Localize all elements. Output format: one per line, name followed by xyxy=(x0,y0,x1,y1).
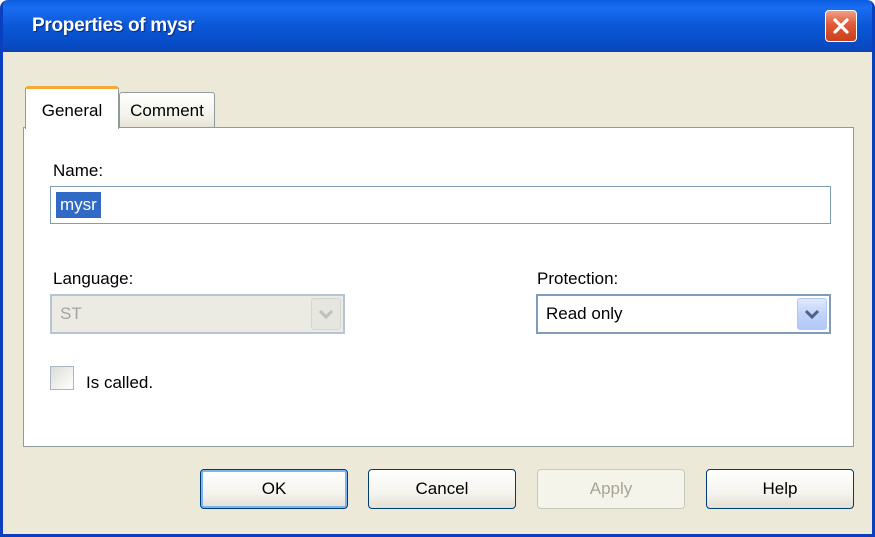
language-select[interactable]: ST xyxy=(50,294,345,334)
protection-select[interactable]: Read only xyxy=(536,294,831,334)
is-called-label: Is called. xyxy=(86,373,154,392)
name-input[interactable]: mysr xyxy=(50,186,831,224)
ok-button[interactable]: OK xyxy=(200,469,348,509)
chevron-down-icon xyxy=(804,309,820,320)
help-button[interactable]: Help xyxy=(706,469,854,509)
properties-dialog: Properties of mysr General Comment Name:… xyxy=(0,0,875,537)
language-select-value: ST xyxy=(60,304,82,323)
apply-button[interactable]: Apply xyxy=(537,469,685,509)
close-x-icon xyxy=(833,18,849,34)
tab-general-label: General xyxy=(41,101,103,120)
protection-label: Protection: xyxy=(537,269,619,288)
cancel-button[interactable]: Cancel xyxy=(368,469,516,509)
tab-comment-label: Comment xyxy=(130,100,204,120)
language-label: Language: xyxy=(53,269,134,288)
protection-select-value: Read only xyxy=(546,304,623,323)
name-label: Name: xyxy=(53,161,104,180)
dialog-title: Properties of mysr xyxy=(32,15,195,36)
is-called-checkbox[interactable] xyxy=(50,366,74,390)
tab-comment[interactable]: Comment xyxy=(119,92,215,128)
language-dropdown-arrow[interactable] xyxy=(311,298,341,330)
chevron-down-icon xyxy=(318,309,334,320)
tab-general[interactable]: General xyxy=(25,86,119,129)
name-input-value: mysr xyxy=(56,192,101,218)
close-button[interactable] xyxy=(825,10,857,42)
title-bar[interactable]: Properties of mysr xyxy=(3,0,872,52)
general-tab-panel xyxy=(23,127,854,447)
protection-dropdown-arrow[interactable] xyxy=(797,298,827,330)
